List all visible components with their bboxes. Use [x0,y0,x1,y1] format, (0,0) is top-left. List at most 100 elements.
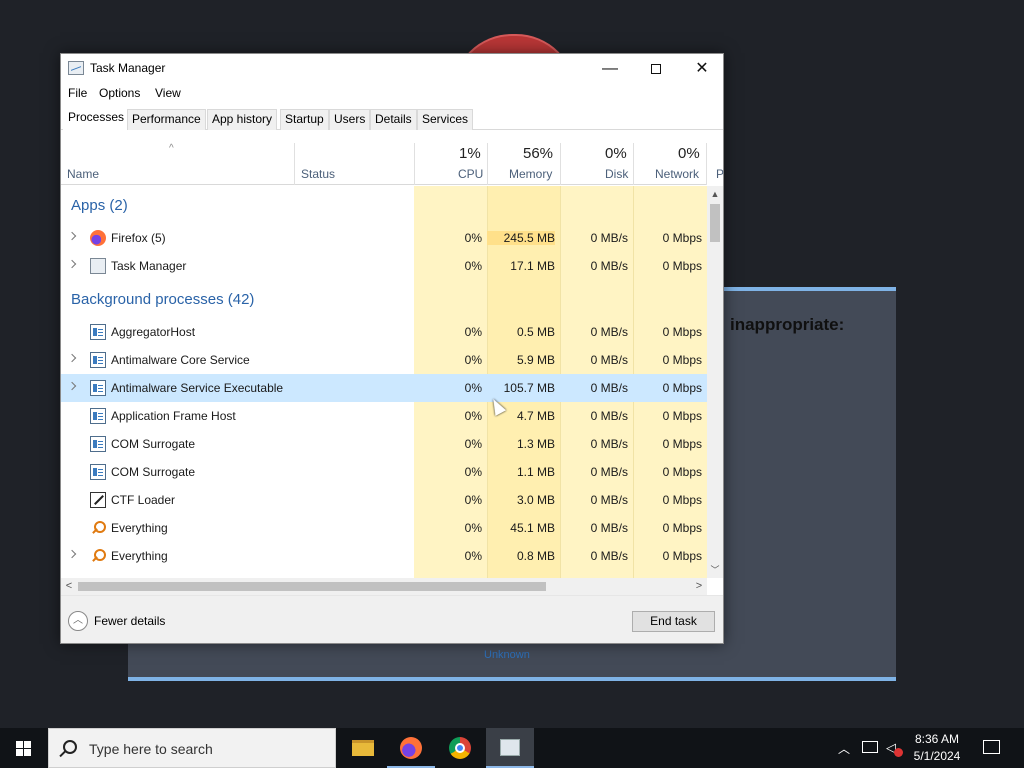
network-icon[interactable] [862,741,878,753]
column-divider[interactable] [294,143,295,185]
maximize-button[interactable] [633,54,679,83]
network-cell: 0 Mbps [662,259,702,273]
cpu-cell: 0% [464,409,482,423]
disk-cell: 0 MB/s [590,521,628,535]
table-row[interactable]: Antimalware Core Service 0% 5.9 MB 0 MB/… [61,346,707,374]
search-placeholder: Type here to search [89,741,213,757]
disk-cell: 0 MB/s [590,325,628,339]
taskbar-firefox[interactable] [387,728,435,768]
scroll-right-arrow-icon[interactable]: > [691,578,707,595]
disk-cell: 0 MB/s [590,353,628,367]
menu-view[interactable]: View [155,86,181,100]
process-name: COM Surrogate [111,465,196,479]
scroll-up-arrow-icon[interactable]: ▲ [707,186,723,202]
taskbar: Type here to search ︿ ◁ 8:36 AM 5/1/2024 [0,728,1024,768]
expand-chevron-icon[interactable] [69,232,77,240]
group-apps-row[interactable]: Apps (2) [61,192,707,220]
group-apps-label: Apps (2) [71,197,128,214]
memory-cell: 1.1 MB [516,465,555,479]
table-row[interactable]: Task Manager 0% 17.1 MB 0 MB/s 0 Mbps [61,252,707,280]
tab-details[interactable]: Details [370,109,417,130]
tab-services[interactable]: Services [417,109,474,130]
table-row[interactable]: Application Frame Host 0% 4.7 MB 0 MB/s … [61,402,707,430]
memory-cell: 5.9 MB [516,353,555,367]
expand-chevron-icon[interactable] [69,354,77,362]
network-cell: 0 Mbps [662,549,702,563]
column-memory[interactable]: Memory [509,167,552,181]
background-dialog-link[interactable]: Unknown [484,649,530,661]
table-row[interactable]: AggregatorHost 0% 0.5 MB 0 MB/s 0 Mbps [61,318,707,346]
group-background-row[interactable]: Background processes (42) [61,286,707,314]
expand-chevron-icon[interactable] [69,260,77,268]
tab-startup[interactable]: Startup [280,109,329,130]
table-row[interactable]: Firefox (5) 0% 245.5 MB 0 MB/s 0 Mbps [61,224,707,252]
memory-cell: 0.8 MB [516,549,555,563]
memory-cell: 3.0 MB [516,493,555,507]
process-name: Application Frame Host [111,409,236,423]
process-name: Task Manager [111,259,187,273]
column-network[interactable]: Network [655,167,699,181]
column-divider[interactable] [560,143,561,185]
task-manager-icon [90,258,106,274]
network-cell: 0 Mbps [662,325,702,339]
column-divider[interactable] [633,143,634,185]
menu-options[interactable]: Options [99,86,140,100]
show-hidden-icons-chevron-icon[interactable]: ︿ [838,740,850,768]
windows-logo-icon [16,741,23,748]
scroll-down-arrow-icon[interactable]: ﹀ [707,562,723,578]
taskbar-search-box[interactable]: Type here to search [48,728,336,768]
memory-cell: 105.7 MB [503,381,555,395]
fewer-details-link[interactable]: Fewer details [94,614,165,628]
task-manager-icon [500,739,520,756]
taskbar-file-explorer[interactable] [338,728,386,768]
chrome-icon [449,737,471,759]
tab-app-history[interactable]: App history [207,109,278,130]
taskbar-task-manager[interactable] [486,728,534,768]
notification-center-icon[interactable] [983,740,1000,754]
disk-cell: 0 MB/s [590,437,628,451]
network-cell: 0 Mbps [662,465,702,479]
horizontal-scroll-thumb[interactable] [78,582,546,591]
column-divider[interactable] [414,143,415,185]
cpu-cell: 0% [464,353,482,367]
end-task-button[interactable]: End task [632,611,715,632]
table-row[interactable]: COM Surrogate 0% 1.1 MB 0 MB/s 0 Mbps [61,458,707,486]
start-button[interactable] [0,728,48,768]
expand-chevron-icon[interactable] [69,550,77,558]
window-title: Task Manager [90,61,166,75]
column-name[interactable]: Name [67,167,99,181]
table-row[interactable]: CTF Loader 0% 3.0 MB 0 MB/s 0 Mbps [61,486,707,514]
close-button[interactable]: ✕ [679,54,725,83]
tab-processes[interactable]: Processes [63,107,130,131]
horizontal-scrollbar[interactable]: < > [61,578,707,595]
column-disk[interactable]: Disk [605,167,628,181]
title-bar[interactable]: Task Manager — ✕ [61,54,723,83]
windows-logo-icon [24,741,31,748]
column-status[interactable]: Status [301,167,335,181]
process-name: Antimalware Service Executable [111,381,284,395]
tab-strip: Processes Performance App history Startu… [61,107,723,131]
table-row[interactable]: COM Surrogate 0% 1.3 MB 0 MB/s 0 Mbps [61,430,707,458]
column-divider[interactable] [487,143,488,185]
column-divider[interactable] [706,143,707,185]
minimize-button[interactable]: — [587,54,633,83]
table-row[interactable]: Everything 0% 45.1 MB 0 MB/s 0 Mbps [61,514,707,542]
expand-chevron-icon[interactable] [69,382,77,390]
vertical-scrollbar[interactable]: ▲ ﹀ [707,186,723,578]
tab-performance[interactable]: Performance [127,109,206,130]
column-power-truncated[interactable]: P [716,167,724,181]
column-cpu[interactable]: CPU [458,167,483,181]
task-manager-icon [68,61,84,75]
network-cell: 0 Mbps [662,409,702,423]
taskbar-chrome[interactable] [436,728,484,768]
clock-date[interactable]: 5/1/2024 [900,749,974,768]
search-icon [63,740,77,754]
menu-file[interactable]: File [68,86,87,100]
scroll-left-arrow-icon[interactable]: < [61,578,77,595]
table-row-selected[interactable]: Antimalware Service Executable 0% 105.7 … [61,374,707,402]
tab-users[interactable]: Users [329,109,371,130]
service-icon [90,464,106,480]
collapse-chevron-icon[interactable]: ︿ [68,611,88,631]
table-row[interactable]: Everything 0% 0.8 MB 0 MB/s 0 Mbps [61,542,707,570]
vertical-scroll-thumb[interactable] [710,204,720,242]
